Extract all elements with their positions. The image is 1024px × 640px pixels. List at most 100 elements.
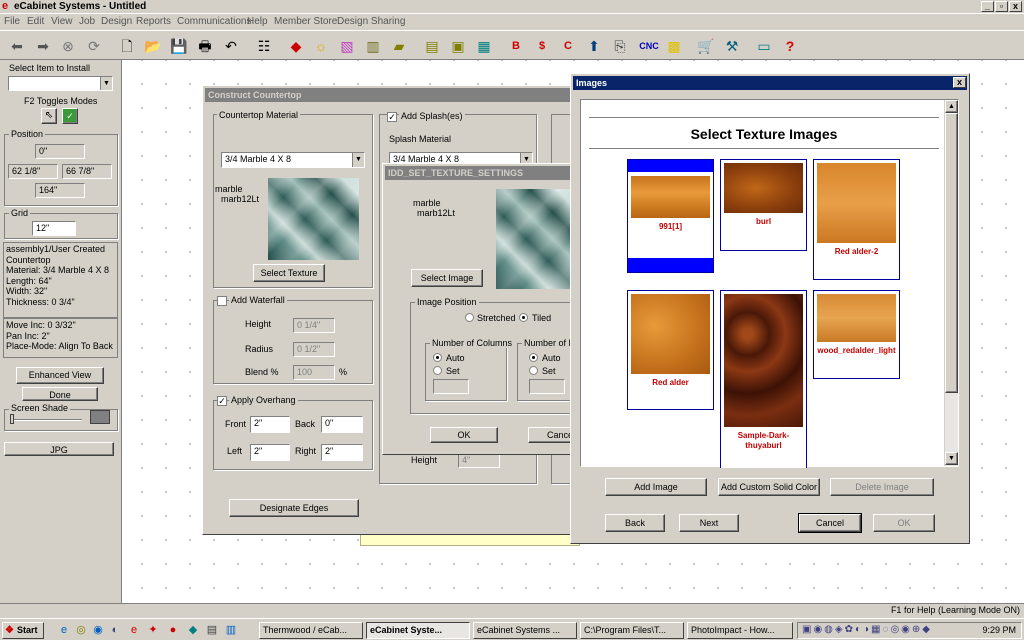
label-icon[interactable]: ⬆: [583, 35, 605, 57]
back-arrow-icon[interactable]: ⬅: [6, 35, 28, 57]
material-icon[interactable]: ◆: [285, 35, 307, 57]
chevron-down-icon[interactable]: ▼: [352, 153, 364, 167]
molding-icon[interactable]: ▥: [362, 35, 384, 57]
print-icon[interactable]: 🖶: [194, 35, 216, 57]
jpg-button[interactable]: JPG: [4, 442, 114, 456]
ok-button[interactable]: OK: [873, 514, 935, 532]
quicklaunch-icon[interactable]: ▤: [205, 623, 219, 637]
bid-report-icon[interactable]: B: [505, 35, 527, 57]
pointer-mode-button[interactable]: ⇖: [41, 108, 57, 124]
menu-view[interactable]: View: [51, 16, 73, 27]
quicklaunch-icon[interactable]: ▥: [224, 623, 238, 637]
ecabinet-quicklaunch-icon[interactable]: e: [127, 623, 141, 637]
thumbnail-card[interactable]: Red alder-2: [813, 159, 900, 280]
thumbnail-card[interactable]: 991[1]: [627, 159, 714, 273]
waterfall-radius-field[interactable]: 0 1/2": [293, 342, 335, 357]
menu-member-store[interactable]: Member Store: [274, 16, 337, 27]
waterfall-height-field[interactable]: 0 1/4": [293, 318, 335, 333]
texture-ok-button[interactable]: OK: [430, 427, 498, 443]
left-field[interactable]: 2": [250, 444, 290, 461]
menu-help[interactable]: Help: [247, 16, 268, 27]
columns-set-radio[interactable]: [433, 366, 442, 375]
images-scrollbar[interactable]: ▲ ▼: [944, 100, 958, 466]
select-texture-button[interactable]: Select Texture: [253, 264, 325, 282]
light-icon[interactable]: ☼: [310, 35, 332, 57]
add-waterfall-checkbox[interactable]: [217, 296, 227, 306]
thumbnail-card[interactable]: Red alder: [627, 290, 714, 410]
next-button[interactable]: Next: [679, 514, 739, 532]
cost-report-icon[interactable]: $: [531, 35, 553, 57]
taskbar-item-active[interactable]: eCabinet Syste...: [366, 622, 470, 639]
designate-edges-button[interactable]: Designate Edges: [229, 499, 359, 517]
menu-job[interactable]: Job: [79, 16, 95, 27]
blend-field[interactable]: 100: [293, 365, 335, 380]
scroll-thumb[interactable]: [945, 113, 958, 393]
rows-auto-radio[interactable]: [529, 353, 538, 362]
thumbnail-card[interactable]: burl: [720, 159, 807, 251]
menu-communications[interactable]: Communications: [177, 16, 251, 27]
rows-set-radio[interactable]: [529, 366, 538, 375]
monitor-icon[interactable]: ▭: [753, 35, 775, 57]
grid-spinner[interactable]: 12": [32, 221, 76, 236]
enhanced-view-button[interactable]: Enhanced View: [16, 367, 104, 384]
position-top-field[interactable]: 0": [35, 144, 85, 159]
tray-icons[interactable]: ▣◉◍◈✿◐◑▦◌◎◉⊕◆: [802, 624, 932, 635]
scroll-down-icon[interactable]: ▼: [945, 452, 958, 465]
select-image-button[interactable]: Select Image: [411, 269, 483, 287]
chevron-down-icon[interactable]: ▼: [100, 77, 112, 90]
tiled-radio[interactable]: [519, 313, 528, 322]
save-icon[interactable]: 💾: [168, 35, 190, 57]
quicklaunch-icon[interactable]: ◎: [74, 623, 88, 637]
cnc-icon[interactable]: CNC: [636, 35, 662, 57]
minimize-button[interactable]: _: [981, 1, 994, 12]
refresh-icon[interactable]: ⟳: [83, 35, 105, 57]
taskbar-item[interactable]: PhotoImpact - How...: [687, 622, 793, 639]
cabinet-icon[interactable]: ▤: [421, 35, 443, 57]
add-splash-checkbox[interactable]: ✓: [387, 112, 397, 122]
restore-button[interactable]: ▫: [995, 1, 1008, 12]
images-close-button[interactable]: x: [953, 77, 966, 88]
menu-file[interactable]: File: [4, 16, 20, 27]
right-field[interactable]: 2": [321, 444, 363, 461]
quicklaunch-icon[interactable]: ◆: [186, 623, 200, 637]
cabinet-doors-icon[interactable]: ▣: [447, 35, 469, 57]
front-field[interactable]: 2": [250, 416, 290, 433]
menu-edit[interactable]: Edit: [27, 16, 44, 27]
texture-cancel-button[interactable]: Cance: [528, 427, 574, 443]
taskbar-item[interactable]: eCabinet Systems ...: [473, 622, 577, 639]
place-mode-button[interactable]: ✓: [62, 108, 78, 124]
panel-icon[interactable]: ▰: [388, 35, 410, 57]
stretched-radio[interactable]: [465, 313, 474, 322]
forward-arrow-icon[interactable]: ➡: [32, 35, 54, 57]
open-folder-icon[interactable]: 📂: [142, 35, 164, 57]
thumbnail-card[interactable]: Sample-Dark-thuyaburl: [720, 290, 807, 468]
countertop-material-dropdown[interactable]: 3/4 Marble 4 X 8 ▼: [221, 152, 365, 168]
quicklaunch-icon[interactable]: ●: [166, 623, 180, 637]
columns-field[interactable]: [433, 379, 469, 394]
rows-field[interactable]: [529, 379, 565, 394]
quicklaunch-icon[interactable]: ✦: [146, 623, 160, 637]
undo-icon[interactable]: ↶: [220, 35, 242, 57]
select-item-dropdown[interactable]: ▼: [8, 76, 113, 91]
done-button[interactable]: Done: [22, 387, 98, 401]
texture-icon[interactable]: ▧: [336, 35, 358, 57]
screen-shade-slider[interactable]: [10, 419, 82, 421]
columns-auto-radio[interactable]: [433, 353, 442, 362]
add-image-button[interactable]: Add Image: [605, 478, 707, 496]
back-field[interactable]: 0": [321, 416, 363, 433]
splash-height-field[interactable]: 4": [458, 453, 500, 468]
menu-design[interactable]: Design: [101, 16, 132, 27]
stop-icon[interactable]: ⊗: [57, 35, 79, 57]
settings-icon[interactable]: ☷: [253, 35, 275, 57]
scroll-up-icon[interactable]: ▲: [945, 100, 958, 113]
thumbnail-card[interactable]: wood_redalder_light: [813, 290, 900, 379]
apply-overhang-checkbox[interactable]: ✓: [217, 396, 227, 406]
slider-handle[interactable]: [10, 414, 14, 424]
cancel-button[interactable]: Cancel: [798, 513, 862, 533]
delete-image-button[interactable]: Delete Image: [830, 478, 934, 496]
add-custom-solid-color-button[interactable]: Add Custom Solid Color: [718, 478, 820, 496]
taskbar-item[interactable]: C:\Program Files\T...: [580, 622, 684, 639]
ie-icon[interactable]: e: [57, 623, 71, 637]
position-right-field[interactable]: 66 7/8": [62, 164, 112, 179]
tools-icon[interactable]: ⚒: [721, 35, 743, 57]
